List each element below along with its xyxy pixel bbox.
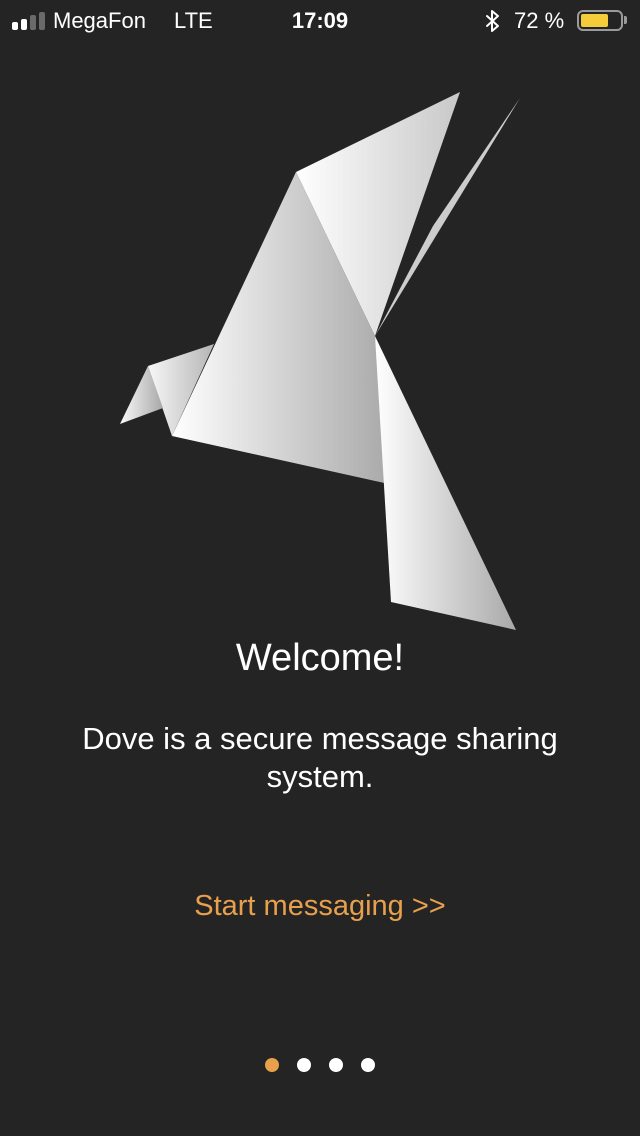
start-messaging-button[interactable]: Start messaging >> [0,888,640,924]
origami-dove-icon [120,92,520,630]
battery-percentage: 72 % [514,8,565,33]
page-dot[interactable] [329,1058,343,1072]
page-indicator [0,1058,640,1074]
page-dot[interactable] [361,1058,375,1072]
page-dot[interactable] [297,1058,311,1072]
welcome-title: Welcome! [235,637,405,679]
welcome-description: Dove is a secure message sharing system. [82,721,558,794]
bluetooth-icon [486,10,499,32]
dove-tail [375,336,516,630]
battery-icon [577,10,623,31]
battery-cap [624,16,627,24]
status-bar: MegaFon LTE 17:09 72 % [0,0,640,40]
battery-level-fill [581,14,608,27]
page-dot[interactable] [265,1058,279,1072]
